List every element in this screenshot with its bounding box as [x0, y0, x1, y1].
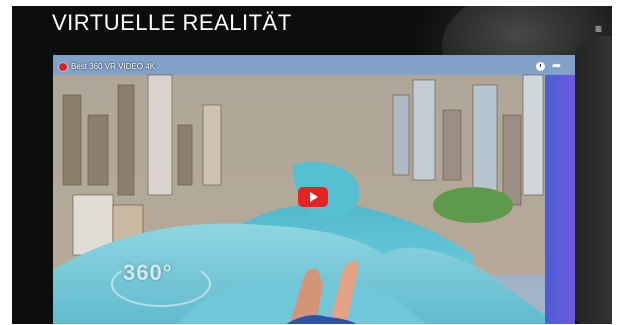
360-badge: 360°: [123, 260, 173, 285]
hamburger-menu-icon[interactable]: ≡: [595, 22, 602, 36]
channel-avatar-icon[interactable]: [59, 62, 67, 71]
vr-headset-strap: [572, 36, 612, 324]
video-title[interactable]: Best 360 VR VIDEO 4K: [71, 62, 155, 71]
play-button[interactable]: [298, 187, 328, 207]
video-player[interactable]: 360° Best 360 VR VIDEO 4K ➦: [53, 55, 575, 324]
video-title-bar[interactable]: Best 360 VR VIDEO 4K: [59, 62, 155, 71]
share-icon[interactable]: ➦: [552, 59, 561, 72]
site-title: VIRTUELLE REALITÄT: [52, 10, 292, 35]
page-background: VIRTUELLE REALITÄT ≡ 360° Best 360 VR VI…: [12, 6, 612, 324]
watch-later-clock-icon[interactable]: [536, 62, 545, 71]
